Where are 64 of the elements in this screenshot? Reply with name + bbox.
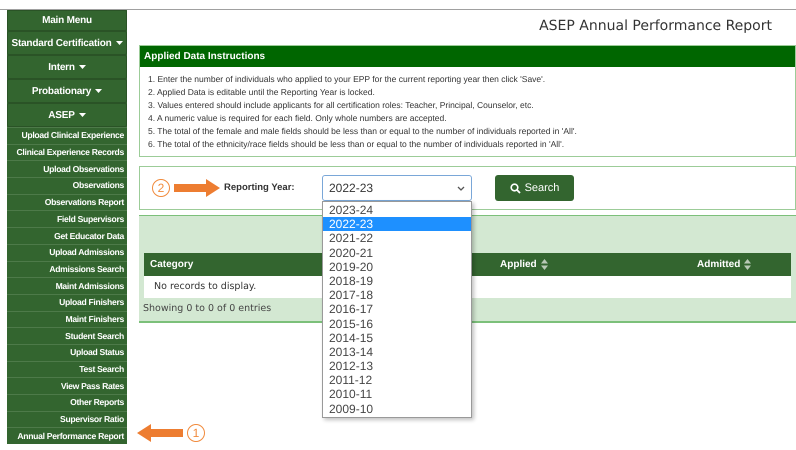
year-option[interactable]: 2014-15: [323, 330, 471, 345]
left-arrow-icon: [137, 424, 183, 442]
reporting-year-select[interactable]: 2022-23: [322, 175, 472, 201]
right-arrow-icon: [174, 179, 220, 197]
year-option[interactable]: 2012-13: [323, 359, 471, 374]
sidebar-menu-header[interactable]: Main Menu: [7, 10, 127, 31]
instruction-line: 3. Values entered should include applicants for all certification roles: Teacher, Principal, Counselor, etc.: [148, 99, 535, 111]
year-option[interactable]: 2023-24: [323, 203, 471, 218]
sidebar-link[interactable]: Observations Report: [7, 194, 127, 210]
year-option[interactable]: 2021-22: [323, 231, 471, 246]
page-title: ASEP Annual Performance Report: [538, 17, 773, 36]
column-header[interactable]: Admitted: [697, 257, 752, 272]
sidebar-link[interactable]: Annual Performance Report: [7, 427, 127, 444]
sidebar-menu-header[interactable]: Probationary: [7, 79, 127, 103]
year-option[interactable]: 2018-19: [323, 274, 471, 288]
chevron-down-icon: [457, 186, 465, 190]
step-number: 1: [187, 424, 205, 442]
sidebar-link[interactable]: Observations: [7, 177, 127, 194]
sidebar-link[interactable]: Field Supervisors: [7, 210, 127, 228]
sidebar-link[interactable]: Clinical Experience Records: [7, 144, 127, 160]
instruction-line: 1. Enter the number of individuals who applied to your EPP for the current reporting year then click 'Save'.: [148, 73, 546, 85]
caret-icon: [78, 113, 86, 117]
sidebar-link[interactable]: Supervisor Ratio: [7, 410, 127, 428]
column-header: Category: [150, 258, 194, 272]
year-option[interactable]: 2010-11: [323, 387, 471, 402]
sidebar-link[interactable]: Maint Admissions: [7, 277, 127, 294]
sidebar-link[interactable]: Other Reports: [7, 394, 127, 411]
sidebar-link[interactable]: Upload Clinical Experience: [7, 127, 127, 144]
sidebar-link[interactable]: Test Search: [7, 360, 127, 378]
sidebar-menu-header[interactable]: ASEP: [7, 103, 127, 127]
search-button[interactable]: Search: [495, 175, 574, 201]
instruction-line: 2. Applied Data is editable until the Reporting Year is locked.: [148, 86, 376, 98]
search-icon: [510, 182, 521, 194]
sidebar-link[interactable]: Get Educator Data: [7, 227, 127, 244]
year-option[interactable]: 2013-14: [323, 344, 471, 360]
year-option[interactable]: 2016-17: [323, 302, 471, 316]
year-option[interactable]: 2020-21: [323, 246, 471, 260]
sidebar-link[interactable]: Upload Status: [7, 344, 127, 361]
entries-info: Showing 0 to 0 of 0 entries: [143, 302, 272, 316]
instruction-line: 6. The total of the ethnicity/race fields should be less than or equal to the number of individuals reported in 'All'.: [148, 138, 566, 150]
sidebar-menu-header[interactable]: Standard Certification: [7, 31, 127, 55]
year-option[interactable]: 2019-20: [323, 260, 471, 274]
sidebar-link[interactable]: View Pass Rates: [7, 377, 127, 394]
caret-icon: [116, 41, 123, 45]
sidebar-link[interactable]: Upload Observations: [7, 160, 127, 178]
sidebar-link[interactable]: Upload Finishers: [7, 294, 127, 311]
sidebar-link[interactable]: Maint Finishers: [7, 310, 127, 328]
year-option[interactable]: 2009-10: [323, 402, 471, 416]
panel-heading: Applied Data Instructions: [140, 46, 795, 67]
caret-icon: [95, 89, 102, 93]
sidebar-menu-header[interactable]: Intern: [7, 55, 127, 79]
step-number: 2: [152, 179, 170, 197]
year-option[interactable]: 2015-16: [323, 316, 471, 331]
instruction-line: 5. The total of the female and male fields should be less than or equal to the number of individuals reported in 'All'.: [148, 125, 578, 137]
reporting-year-label: Reporting Year:: [224, 180, 296, 195]
sidebar-link[interactable]: Admissions Search: [7, 260, 127, 278]
year-option[interactable]: 2011-12: [323, 373, 471, 388]
column-header[interactable]: Applied: [500, 257, 548, 272]
sort-icon: [540, 259, 548, 270]
instruction-line: 4. A numeric value is required for each field. Only whole numbers are accepted.: [148, 112, 448, 124]
caret-icon: [78, 65, 86, 69]
sidebar-link[interactable]: Upload Admissions: [7, 244, 127, 260]
sidebar-link[interactable]: Student Search: [7, 327, 127, 344]
sort-icon: [744, 259, 752, 270]
